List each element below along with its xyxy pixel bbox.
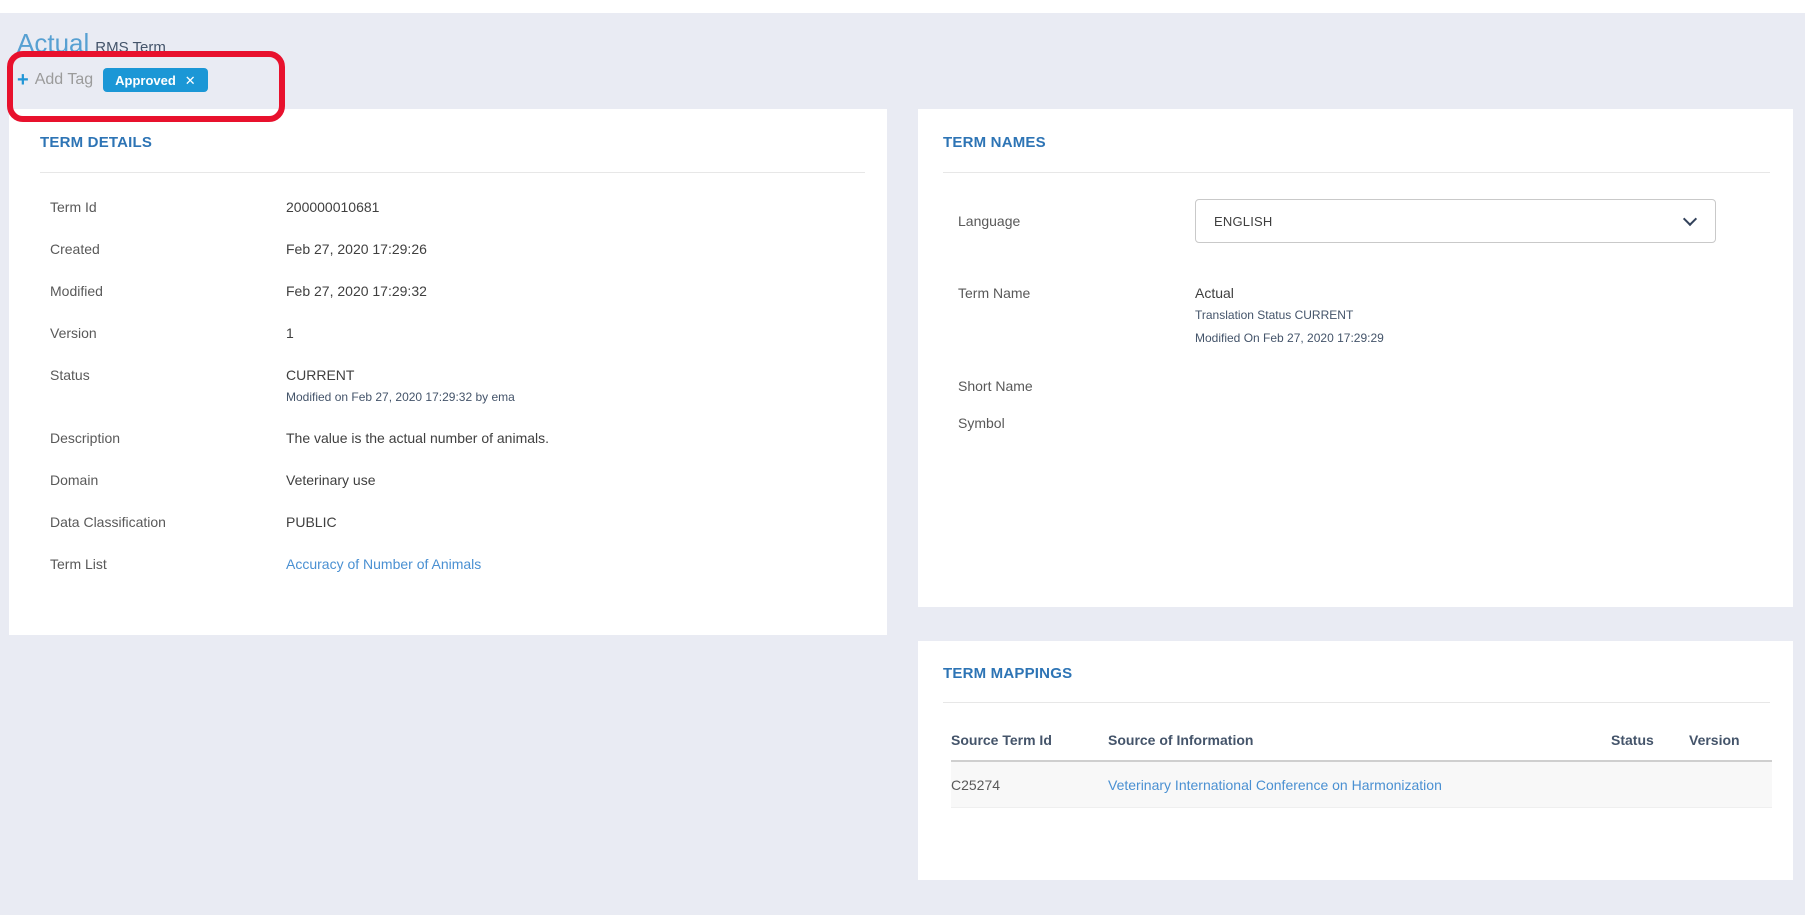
field-note: Modified on Feb 27, 2020 17:29:32 by ema <box>286 389 515 405</box>
term-detail-row: Description The value is the actual numb… <box>9 417 887 459</box>
term-mappings-table: Source Term Id Source of Information Sta… <box>951 721 1772 808</box>
add-tag-label: Add Tag <box>35 71 93 89</box>
term-names-panel: TERM NAMES Language ENGLISH Term Name Ac… <box>918 109 1793 607</box>
term-detail-row: Domain Veterinary use <box>9 459 887 501</box>
plus-icon: + <box>17 70 29 90</box>
term-detail-row: Term Id 200000010681 <box>9 186 887 228</box>
term-detail-row: Term List Accuracy of Number of Animals <box>9 543 887 585</box>
table-row: C25274 Veterinary International Conferen… <box>951 762 1772 808</box>
field-value: 1 <box>286 324 294 342</box>
cell-source-of-information[interactable]: Veterinary International Conference on H… <box>1108 777 1611 793</box>
term-name-translation-status: Translation Status CURRENT <box>1195 307 1384 323</box>
field-label: Created <box>9 240 286 258</box>
term-detail-row: Data Classification PUBLIC <box>9 501 887 543</box>
term-mappings-heading: TERM MAPPINGS <box>943 665 1769 682</box>
field-value: Feb 27, 2020 17:29:26 <box>286 240 427 258</box>
cell-source-term-id: C25274 <box>951 777 1108 793</box>
field-value: 200000010681 <box>286 198 379 216</box>
term-mappings-panel: TERM MAPPINGS Source Term Id Source of I… <box>918 641 1793 880</box>
short-name-label: Short Name <box>918 377 1195 395</box>
table-header-row: Source Term Id Source of Information Sta… <box>951 721 1772 762</box>
table-body: C25274 Veterinary International Conferen… <box>951 762 1772 808</box>
page-title-suffix: RMS Term <box>95 39 166 56</box>
term-names-divider <box>943 172 1770 173</box>
language-select[interactable]: ENGLISH <box>1195 199 1716 243</box>
tag-row: + Add Tag Approved ✕ <box>17 68 208 92</box>
field-label: Description <box>9 429 286 447</box>
term-details-panel: TERM DETAILS Term Id 200000010681 Create… <box>9 109 887 635</box>
term-detail-row: Status CURRENT Modified on Feb 27, 2020 … <box>9 354 887 417</box>
page-header: Actual RMS Term <box>17 28 166 59</box>
top-white-strip <box>0 0 1805 13</box>
column-header-version: Version <box>1689 732 1772 748</box>
short-name-row: Short Name <box>918 377 1793 395</box>
field-value: CURRENT <box>286 366 515 384</box>
field-label: Status <box>9 366 286 405</box>
term-detail-row: Modified Feb 27, 2020 17:29:32 <box>9 270 887 312</box>
term-detail-row: Version 1 <box>9 312 887 354</box>
column-header-source-of-information: Source of Information <box>1108 732 1611 748</box>
field-label: Domain <box>9 471 286 489</box>
tag-badge-label: Approved <box>115 73 176 88</box>
symbol-label: Symbol <box>918 414 1195 432</box>
field-label: Term Id <box>9 198 286 216</box>
field-label: Data Classification <box>9 513 286 531</box>
field-label: Modified <box>9 282 286 300</box>
tag-badge-approved[interactable]: Approved ✕ <box>103 68 208 92</box>
column-header-source-term-id: Source Term Id <box>951 732 1108 748</box>
term-names-heading: TERM NAMES <box>943 134 1769 151</box>
term-details-rows: Term Id 200000010681 Created Feb 27, 202… <box>9 186 887 585</box>
field-value: The value is the actual number of animal… <box>286 429 549 447</box>
language-row: Language ENGLISH <box>918 199 1793 243</box>
language-label: Language <box>918 212 1195 230</box>
language-select-value: ENGLISH <box>1214 214 1272 229</box>
column-header-status: Status <box>1611 732 1689 748</box>
tag-remove-icon[interactable]: ✕ <box>185 74 196 87</box>
term-name-value: Actual <box>1195 284 1384 302</box>
field-value: PUBLIC <box>286 513 337 531</box>
field-label: Term List <box>9 555 286 573</box>
term-mappings-divider <box>943 702 1770 703</box>
symbol-row: Symbol <box>918 414 1793 432</box>
term-list-link[interactable]: Accuracy of Number of Animals <box>286 555 481 573</box>
term-detail-row: Created Feb 27, 2020 17:29:26 <box>9 228 887 270</box>
term-details-heading: TERM DETAILS <box>40 134 863 151</box>
term-name-modified-on: Modified On Feb 27, 2020 17:29:29 <box>1195 330 1384 346</box>
field-label: Version <box>9 324 286 342</box>
field-value: Veterinary use <box>286 471 376 489</box>
term-details-divider <box>40 172 865 173</box>
add-tag-button[interactable]: + Add Tag <box>17 70 93 90</box>
term-name-row: Term Name Actual Translation Status CURR… <box>918 284 1793 346</box>
field-value: Feb 27, 2020 17:29:32 <box>286 282 427 300</box>
page-title: Actual <box>17 28 89 58</box>
term-name-label: Term Name <box>918 284 1195 302</box>
chevron-down-icon <box>1683 212 1697 226</box>
